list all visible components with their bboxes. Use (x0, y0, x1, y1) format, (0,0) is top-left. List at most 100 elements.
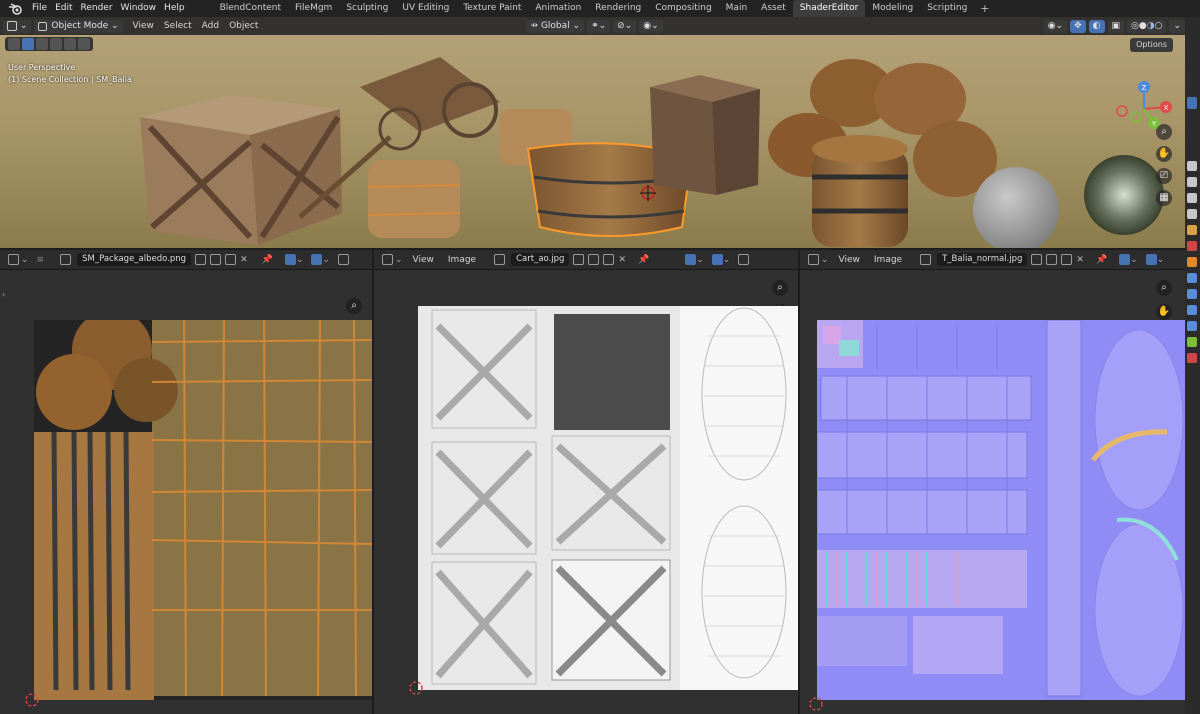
overlay-toggle[interactable]: ◐ (1088, 19, 1105, 33)
world-tab-icon[interactable] (1187, 241, 1197, 251)
menu-image[interactable]: Image (448, 255, 476, 265)
menu-add[interactable]: Add (202, 21, 219, 31)
tab-scripting[interactable]: Scripting (920, 0, 974, 17)
open-folder-icon[interactable] (225, 254, 237, 265)
material-tab-icon[interactable] (1187, 353, 1197, 363)
2d-cursor-icon[interactable] (24, 692, 40, 708)
perspective-grid-icon[interactable]: ▦ (1156, 190, 1172, 206)
menu-file[interactable]: File (32, 0, 55, 17)
image-name-field[interactable]: SM_Package_albedo.png (77, 253, 192, 266)
menu-image[interactable]: Image (874, 255, 902, 265)
editor-type-button[interactable]: ⌄ (3, 19, 32, 33)
display-channels-icon[interactable] (337, 254, 349, 265)
pin-icon[interactable]: 📌 (1096, 255, 1107, 265)
duplicate-icon[interactable] (588, 254, 600, 265)
tab-sculpting[interactable]: Sculpting (339, 0, 395, 17)
scene-tab-icon[interactable] (1187, 225, 1197, 235)
zoom-icon[interactable]: ⌕ (346, 298, 362, 314)
menu-view[interactable]: View (413, 255, 434, 265)
menu-render[interactable]: Render (81, 0, 121, 17)
image-name-field[interactable]: T_Balia_normal.jpg (937, 253, 1028, 266)
menu-view[interactable]: View (133, 21, 154, 31)
snap-toggle[interactable]: ⊘ ⌄ (613, 19, 637, 33)
tab-modeling[interactable]: Modeling (865, 0, 920, 17)
close-icon[interactable]: ✕ (1076, 255, 1084, 265)
open-folder-icon[interactable] (603, 254, 615, 265)
area-collapse-arrow[interactable]: › (2, 290, 10, 299)
gizmo-toggle-icon[interactable] (284, 254, 296, 265)
image-browse-icon[interactable] (920, 254, 932, 265)
editor-type-icon[interactable] (8, 254, 19, 265)
tab-texture-paint[interactable]: Texture Paint (456, 0, 528, 17)
shading-modes[interactable]: ◎ ● ◑ ○ (1127, 19, 1167, 33)
2d-cursor-icon[interactable] (808, 696, 824, 712)
xray-toggle[interactable]: ▣ (1107, 19, 1125, 33)
menu-view[interactable]: View (839, 255, 860, 265)
image-name-field[interactable]: Cart_ao.jpg (511, 253, 570, 266)
3d-viewport[interactable]: ⌄ Object Mode ⌄ View Select Add Object ⇸… (0, 17, 1185, 248)
image-browse-icon[interactable] (60, 254, 72, 265)
particles-tab-icon[interactable] (1187, 289, 1197, 299)
display-channels-icon[interactable] (738, 254, 750, 265)
image-browse-icon[interactable] (494, 254, 506, 265)
2d-cursor-icon[interactable] (408, 680, 424, 696)
fake-user-shield-icon[interactable] (195, 254, 207, 265)
tab-compositing[interactable]: Compositing (648, 0, 718, 17)
duplicate-icon[interactable] (210, 254, 222, 265)
open-folder-icon[interactable] (1061, 254, 1073, 265)
tool-tab-icon[interactable] (1187, 161, 1197, 171)
overlay-toggle-icon[interactable] (1145, 254, 1157, 265)
visibility-dropdown[interactable]: ◉ ⌄ (1043, 19, 1068, 33)
camera-icon[interactable]: ⎚ (1156, 168, 1172, 184)
zoom-icon[interactable]: ⌕ (1156, 280, 1172, 296)
shading-options-dropdown[interactable]: ⌄ (1169, 19, 1185, 33)
tab-rendering[interactable]: Rendering (588, 0, 648, 17)
pivot-dropdown[interactable]: ⚭ ⌄ (587, 19, 611, 33)
hand-icon[interactable]: ✋ (1156, 146, 1172, 162)
menu-help[interactable]: Help (164, 0, 193, 17)
menu-edit[interactable]: Edit (55, 0, 80, 17)
tab-filemgm[interactable]: FileMgm (288, 0, 339, 17)
menu-object[interactable]: Object (229, 21, 258, 31)
editor-type-icon[interactable] (382, 254, 393, 265)
pin-icon[interactable]: 📌 (638, 255, 649, 265)
overlay-toggle-icon[interactable] (711, 254, 723, 265)
tab-blendcontent[interactable]: BlendContent (213, 0, 288, 17)
select-box-extend-icon[interactable] (36, 38, 48, 50)
blender-logo-icon[interactable] (8, 2, 24, 15)
gizmo-toggle-icon[interactable] (1119, 254, 1131, 265)
select-tool-icon[interactable] (8, 38, 20, 50)
modifier-tab-icon[interactable] (1187, 273, 1197, 283)
select-box-subtract-icon[interactable] (50, 38, 62, 50)
options-dropdown[interactable]: Options (1130, 38, 1173, 52)
tab-main[interactable]: Main (719, 0, 755, 17)
tab-shadereditor[interactable]: ShaderEditor (792, 0, 866, 17)
editor-type-icon[interactable] (808, 254, 819, 265)
select-box-intersect-icon[interactable] (78, 38, 90, 50)
gizmo-toggle[interactable]: ✥ (1070, 19, 1086, 33)
tab-asset[interactable]: Asset (754, 0, 793, 17)
output-tab-icon[interactable] (1187, 193, 1197, 203)
duplicate-icon[interactable] (1046, 254, 1058, 265)
fake-user-shield-icon[interactable] (573, 254, 585, 265)
pin-icon[interactable]: 📌 (262, 255, 273, 265)
physics-tab-icon[interactable] (1187, 305, 1197, 315)
close-icon[interactable]: ✕ (618, 255, 626, 265)
hand-icon[interactable]: ✋ (1156, 304, 1172, 320)
menu-select[interactable]: Select (164, 21, 192, 31)
transform-orientation-dropdown[interactable]: ⇸ Global ⌄ (526, 19, 585, 33)
proportional-edit[interactable]: ◉ ⌄ (639, 19, 663, 33)
constraints-tab-icon[interactable] (1187, 321, 1197, 331)
mode-dropdown[interactable]: Object Mode ⌄ (34, 19, 123, 33)
fake-user-shield-icon[interactable] (1031, 254, 1043, 265)
tab-uv-editing[interactable]: UV Editing (395, 0, 456, 17)
menu-window[interactable]: Window (121, 0, 165, 17)
gizmo-toggle-icon[interactable] (685, 254, 697, 265)
select-box-invert-icon[interactable] (64, 38, 76, 50)
render-tab-icon[interactable] (1187, 177, 1197, 187)
view-layer-tab-icon[interactable] (1187, 209, 1197, 219)
add-workspace-button[interactable]: + (974, 0, 995, 17)
data-tab-icon[interactable] (1187, 337, 1197, 347)
object-tab-icon[interactable] (1187, 257, 1197, 267)
close-icon[interactable]: ✕ (240, 255, 248, 265)
